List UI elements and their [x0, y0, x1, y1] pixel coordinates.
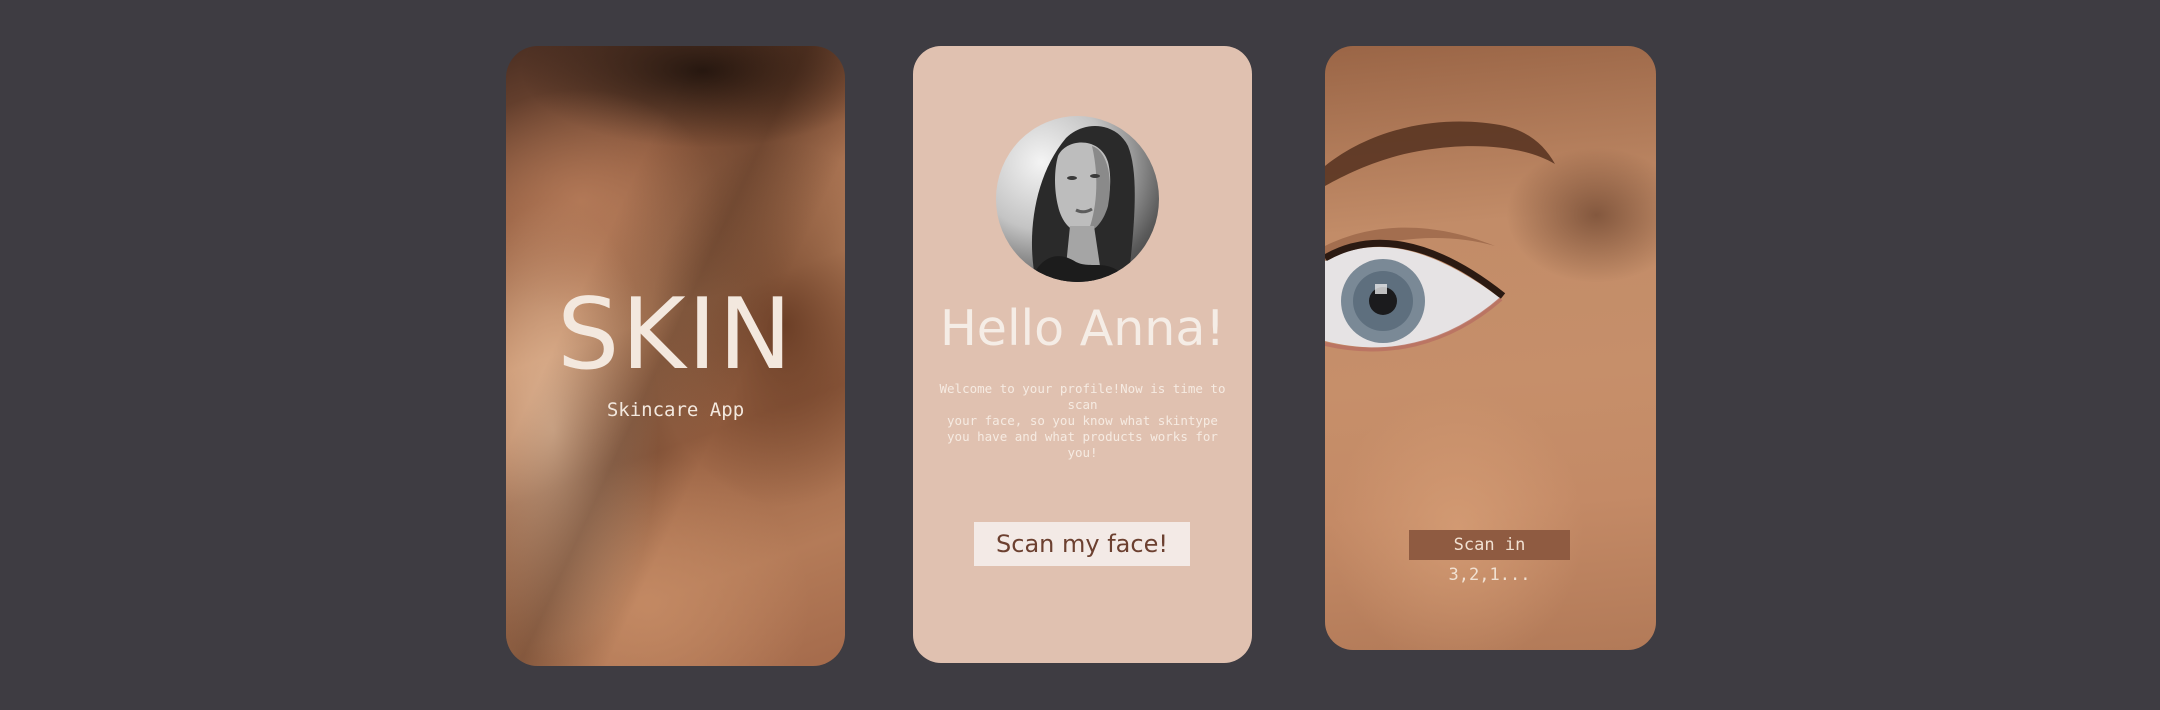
scan-countdown-label: Scan in 3,2,1...	[1409, 530, 1570, 585]
greeting-title: Hello Anna!	[939, 300, 1226, 357]
app-subtitle: Skincare App	[606, 399, 745, 421]
profile-screen: Hello Anna! Welcome to your profile!Now …	[913, 46, 1252, 663]
avatar[interactable]	[996, 116, 1159, 282]
portrait-photo	[1030, 126, 1135, 282]
app-logo: SKIN	[557, 278, 794, 392]
welcome-text: Welcome to your profile!Now is time to s…	[939, 381, 1226, 460]
scan-screen: Scan in 3,2,1...	[1325, 46, 1656, 650]
scan-face-button[interactable]: Scan my face!	[974, 522, 1190, 566]
splash-screen: SKIN Skincare App	[506, 46, 845, 666]
